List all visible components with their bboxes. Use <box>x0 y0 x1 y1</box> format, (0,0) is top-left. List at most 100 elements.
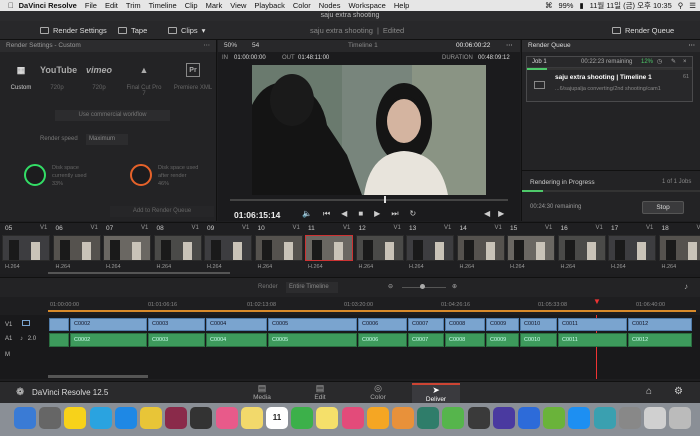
track-m-header[interactable]: M <box>0 352 46 358</box>
clip-thumbnail[interactable] <box>2 235 50 261</box>
dock-display-icon[interactable] <box>492 407 515 429</box>
queue-more-icon[interactable]: ⋯ <box>689 40 696 52</box>
battery-icon[interactable]: ▮ <box>579 1 583 10</box>
menu-list-icon[interactable]: ☰ <box>689 1 696 10</box>
video-clip[interactable]: C0005 <box>268 318 357 331</box>
clip-thumbnail[interactable] <box>103 235 151 261</box>
menu-app-name[interactable]: DaVinci Resolve <box>19 1 77 10</box>
zoom-in-icon[interactable]: ⊕ <box>452 283 457 290</box>
video-clip[interactable]: C0007 <box>408 318 444 331</box>
audio-clip[interactable]: C0011 <box>558 333 627 347</box>
audio-clip[interactable]: C0002 <box>70 333 147 347</box>
loop-icon[interactable]: ↻ <box>410 209 417 219</box>
clip-thumbnail[interactable] <box>204 235 252 261</box>
clip-thumbnail[interactable] <box>355 235 404 261</box>
menu-edit[interactable]: Edit <box>105 1 118 10</box>
clip-strip-scrollbar[interactable] <box>48 272 230 274</box>
dock-chart-icon[interactable] <box>417 407 440 429</box>
audio-clip[interactable]: C0010 <box>520 333 557 347</box>
out-timecode[interactable]: 01:48:11:00 <box>298 53 329 64</box>
timeline-select[interactable]: Timeline 1 <box>348 40 378 52</box>
wifi-icon[interactable]: ⌘ <box>545 1 553 10</box>
add-to-render-queue-button[interactable]: Add to Render Queue <box>110 206 214 217</box>
render-range-select[interactable]: Entire Timeline <box>286 282 338 293</box>
dock-photo-icon[interactable] <box>366 407 389 429</box>
menu-workspace[interactable]: Workspace <box>348 1 385 10</box>
home-icon[interactable]: ⌂ <box>646 386 652 397</box>
tab-media[interactable]: ▤ Media <box>238 383 286 403</box>
audio-meter-icon[interactable]: ♪ <box>684 282 688 291</box>
settings-icon[interactable]: ⚙ <box>674 386 683 397</box>
video-frame[interactable] <box>252 65 486 195</box>
video-clip[interactable]: C0002 <box>70 318 147 331</box>
volume-icon[interactable]: 🔈 <box>302 209 312 219</box>
video-clip[interactable]: C0011 <box>558 318 627 331</box>
format-vimeo[interactable]: vimeo 720p <box>82 63 116 91</box>
audio-clip[interactable]: C0007 <box>408 333 444 347</box>
format-youtube[interactable]: YouTube 720p <box>40 63 77 91</box>
dock-photos-icon[interactable] <box>215 407 238 429</box>
audio-clip[interactable]: C0012 <box>628 333 692 347</box>
dock-itunes-icon[interactable] <box>341 407 364 429</box>
clip-thumbnail[interactable] <box>52 235 101 261</box>
dock-launchpad-icon[interactable] <box>39 407 62 429</box>
play-icon[interactable]: ▶ <box>374 209 380 219</box>
dock-safari-icon[interactable] <box>114 407 137 429</box>
menu-playback[interactable]: Playback <box>254 1 284 10</box>
menu-clip[interactable]: Clip <box>185 1 198 10</box>
audio-clip[interactable]: C0004 <box>206 333 267 347</box>
apple-icon[interactable]:  <box>8 1 14 10</box>
next-frame-icon[interactable]: ▶ <box>498 209 504 218</box>
track-v1-header[interactable]: V1 <box>0 320 46 328</box>
dock-clapper-icon[interactable] <box>190 407 213 429</box>
audio-clip[interactable]: C0006 <box>358 333 407 347</box>
clip-thumbnail[interactable] <box>406 235 454 261</box>
stop-icon[interactable]: ■ <box>358 209 363 219</box>
clip-thumbnail[interactable] <box>557 235 606 261</box>
audio-clip[interactable]: C0005 <box>268 333 357 347</box>
more-options-icon[interactable]: ⋯ <box>204 40 211 52</box>
dock-finder-icon[interactable] <box>14 407 36 429</box>
playhead-marker[interactable]: ▼ <box>593 297 601 306</box>
video-clip[interactable]: C0009 <box>486 318 519 331</box>
menu-help[interactable]: Help <box>394 1 409 10</box>
menu-trim[interactable]: Trim <box>126 1 141 10</box>
video-clip[interactable]: C0012 <box>628 318 692 331</box>
clip-thumbnail[interactable] <box>658 235 700 261</box>
zoom-slider-handle[interactable] <box>420 284 425 289</box>
format-premiere[interactable]: Pr Premiere XML <box>172 63 214 91</box>
dock-utorrent-icon[interactable] <box>543 407 566 429</box>
tab-edit[interactable]: ▤ Edit <box>296 383 344 403</box>
dock-notes-icon[interactable] <box>240 407 263 429</box>
menu-nodes[interactable]: Nodes <box>319 1 341 10</box>
dock-calendar-icon[interactable]: 11 <box>266 407 288 429</box>
prev-frame-icon[interactable]: ◀ <box>484 209 490 218</box>
render-speed-select[interactable]: Maximum <box>86 134 128 145</box>
in-timecode[interactable]: 01:00:00:00 <box>234 53 266 64</box>
audio-clip[interactable]: C0003 <box>148 333 205 347</box>
video-clip[interactable] <box>49 318 69 331</box>
video-clip[interactable]: C0004 <box>206 318 267 331</box>
audio-clip[interactable]: C0008 <box>445 333 485 347</box>
skip-end-icon[interactable]: ⏭ <box>391 209 398 219</box>
video-clip[interactable]: C0006 <box>358 318 407 331</box>
video-clip[interactable]: C0003 <box>148 318 205 331</box>
clip-thumbnail[interactable] <box>305 235 353 261</box>
viewer-scrubber[interactable] <box>230 199 508 201</box>
dock-resolve-icon[interactable] <box>165 407 188 429</box>
dock-stickies-icon[interactable] <box>316 407 339 429</box>
dock-app-store-icon[interactable] <box>568 407 591 429</box>
render-settings-toggle[interactable]: Render Settings <box>40 21 107 40</box>
clip-thumbnail[interactable] <box>456 235 505 261</box>
tab-color[interactable]: ◎ Color <box>354 383 402 403</box>
format-custom[interactable]: ▦ Custom <box>4 63 38 91</box>
tab-deliver[interactable]: ➤ Deliver <box>412 383 460 403</box>
job-delete-icon[interactable]: × <box>683 57 687 68</box>
clip-thumbnail[interactable] <box>507 235 555 261</box>
track-a1-header[interactable]: A1 ♪ 2.0 <box>0 336 46 342</box>
job-edit-icon[interactable]: ✎ <box>671 57 676 68</box>
dock-numbers-icon[interactable] <box>442 407 465 429</box>
commercial-workflow-checkbox[interactable]: Use commercial workflow <box>55 110 170 121</box>
viewer-more-icon[interactable]: ⋯ <box>506 40 513 52</box>
timeline-ruler[interactable]: 01:00:00:00 01:01:06:16 01:02:13:08 01:0… <box>0 297 700 315</box>
